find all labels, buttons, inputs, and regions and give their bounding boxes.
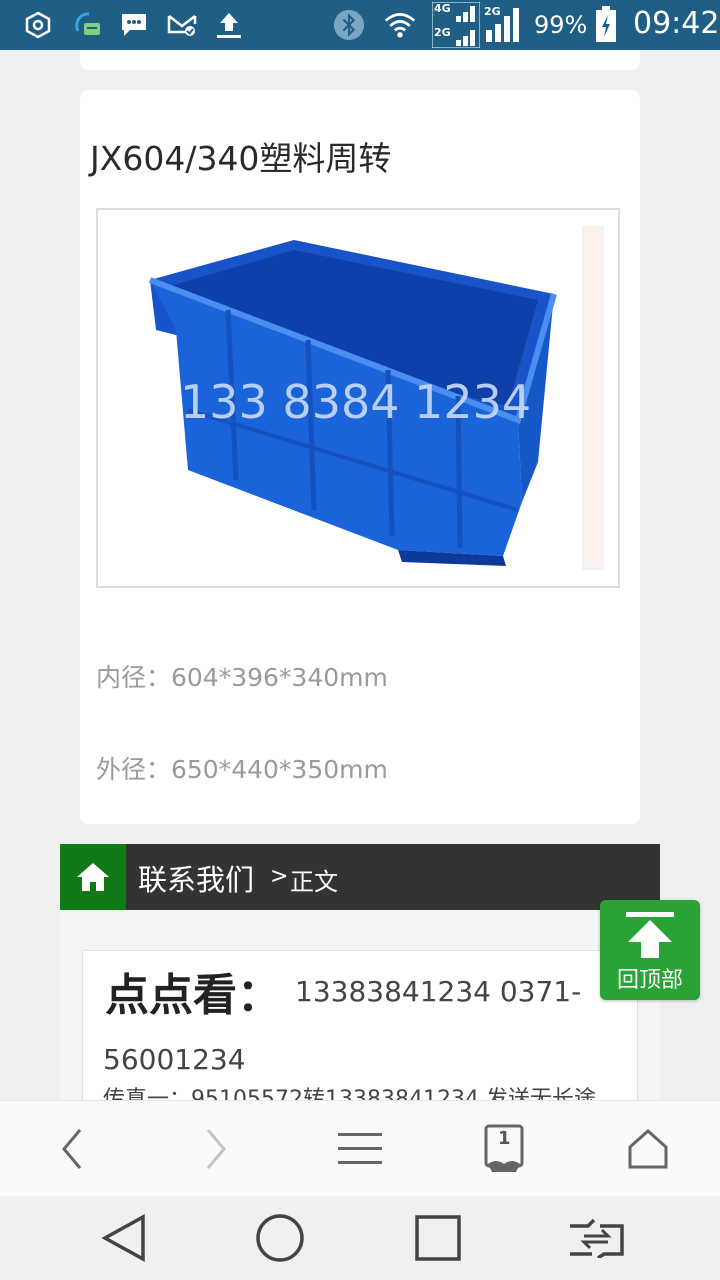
product-title[interactable]: JX604/340塑料周转 <box>90 132 391 180</box>
breadcrumb-separator: > <box>270 864 289 889</box>
browser-toolbar: 1 <box>0 1100 720 1196</box>
signal-2g-icon: 2G <box>484 4 528 46</box>
system-nav-bar <box>0 1196 720 1280</box>
bluetooth-icon <box>333 9 365 41</box>
arrow-up-icon <box>626 912 674 958</box>
nav-recents-icon <box>415 1215 461 1261</box>
previous-card-bottom <box>80 50 640 70</box>
breadcrumb-section[interactable]: 联系我们 <box>138 857 254 899</box>
upload-icon <box>213 9 245 41</box>
back-to-top-label: 回顶部 <box>616 968 683 993</box>
back-button[interactable] <box>42 1121 102 1177</box>
nav-switch-button[interactable] <box>566 1210 626 1266</box>
contact-card: 点点看： 13383841234 0371- 56001234 传真一：9510… <box>82 950 638 1100</box>
tab-count: 1 <box>498 1128 511 1149</box>
home-button[interactable] <box>60 844 126 910</box>
home-icon <box>77 863 109 891</box>
forward-button[interactable] <box>186 1121 246 1177</box>
menu-button[interactable] <box>330 1121 390 1177</box>
back-icon <box>62 1129 82 1169</box>
contact-title: 点点看： <box>105 970 281 1021</box>
back-to-top-button[interactable]: 回顶部 <box>600 900 700 1000</box>
product-card[interactable]: JX604/340塑料周转 133 8384 1234 内径：604*396*3… <box>80 90 640 824</box>
tabs-button[interactable]: 1 <box>474 1121 534 1177</box>
message-bubble-icon <box>118 9 150 41</box>
nav-back-icon <box>101 1214 145 1262</box>
breadcrumb-current: 正文 <box>290 868 338 896</box>
nav-home-button[interactable] <box>250 1210 310 1266</box>
mail-check-icon <box>166 9 198 41</box>
signal-4g-2g-icon: 4G 2G <box>432 2 480 48</box>
switch-icon <box>570 1218 624 1258</box>
clock: 09:42 <box>633 6 720 41</box>
breadcrumb: 联系我们 > 正文 <box>60 844 660 910</box>
settings-hex-icon <box>22 9 54 41</box>
battery-charging-icon <box>590 5 622 45</box>
menu-icon <box>338 1133 382 1164</box>
forward-icon <box>206 1129 226 1169</box>
inner-dimensions: 内径：604*396*340mm <box>96 663 388 692</box>
battery-percent: 99% <box>534 11 588 39</box>
outer-dimensions: 外径：650*440*350mm <box>96 755 388 784</box>
contact-phone-numbers-cont: 56001234 <box>103 1043 246 1076</box>
nav-recents-button[interactable] <box>408 1210 468 1266</box>
status-bar: 4G 2G 2G 99% 09:42 <box>0 0 720 50</box>
contact-phone-numbers: 13383841234 0371- <box>295 975 582 1008</box>
product-image[interactable]: 133 8384 1234 <box>96 208 620 588</box>
nav-home-icon <box>256 1214 304 1262</box>
contact-fax: 传真一：95105572转13383841234 发送无长途 <box>103 1087 596 1100</box>
image-watermark: 133 8384 1234 <box>180 375 531 429</box>
chat-badge-icon <box>72 9 104 41</box>
wifi-icon <box>384 9 416 41</box>
nav-back-button[interactable] <box>94 1210 154 1266</box>
home-outline-icon <box>628 1128 668 1169</box>
home-page-button[interactable] <box>618 1121 678 1177</box>
